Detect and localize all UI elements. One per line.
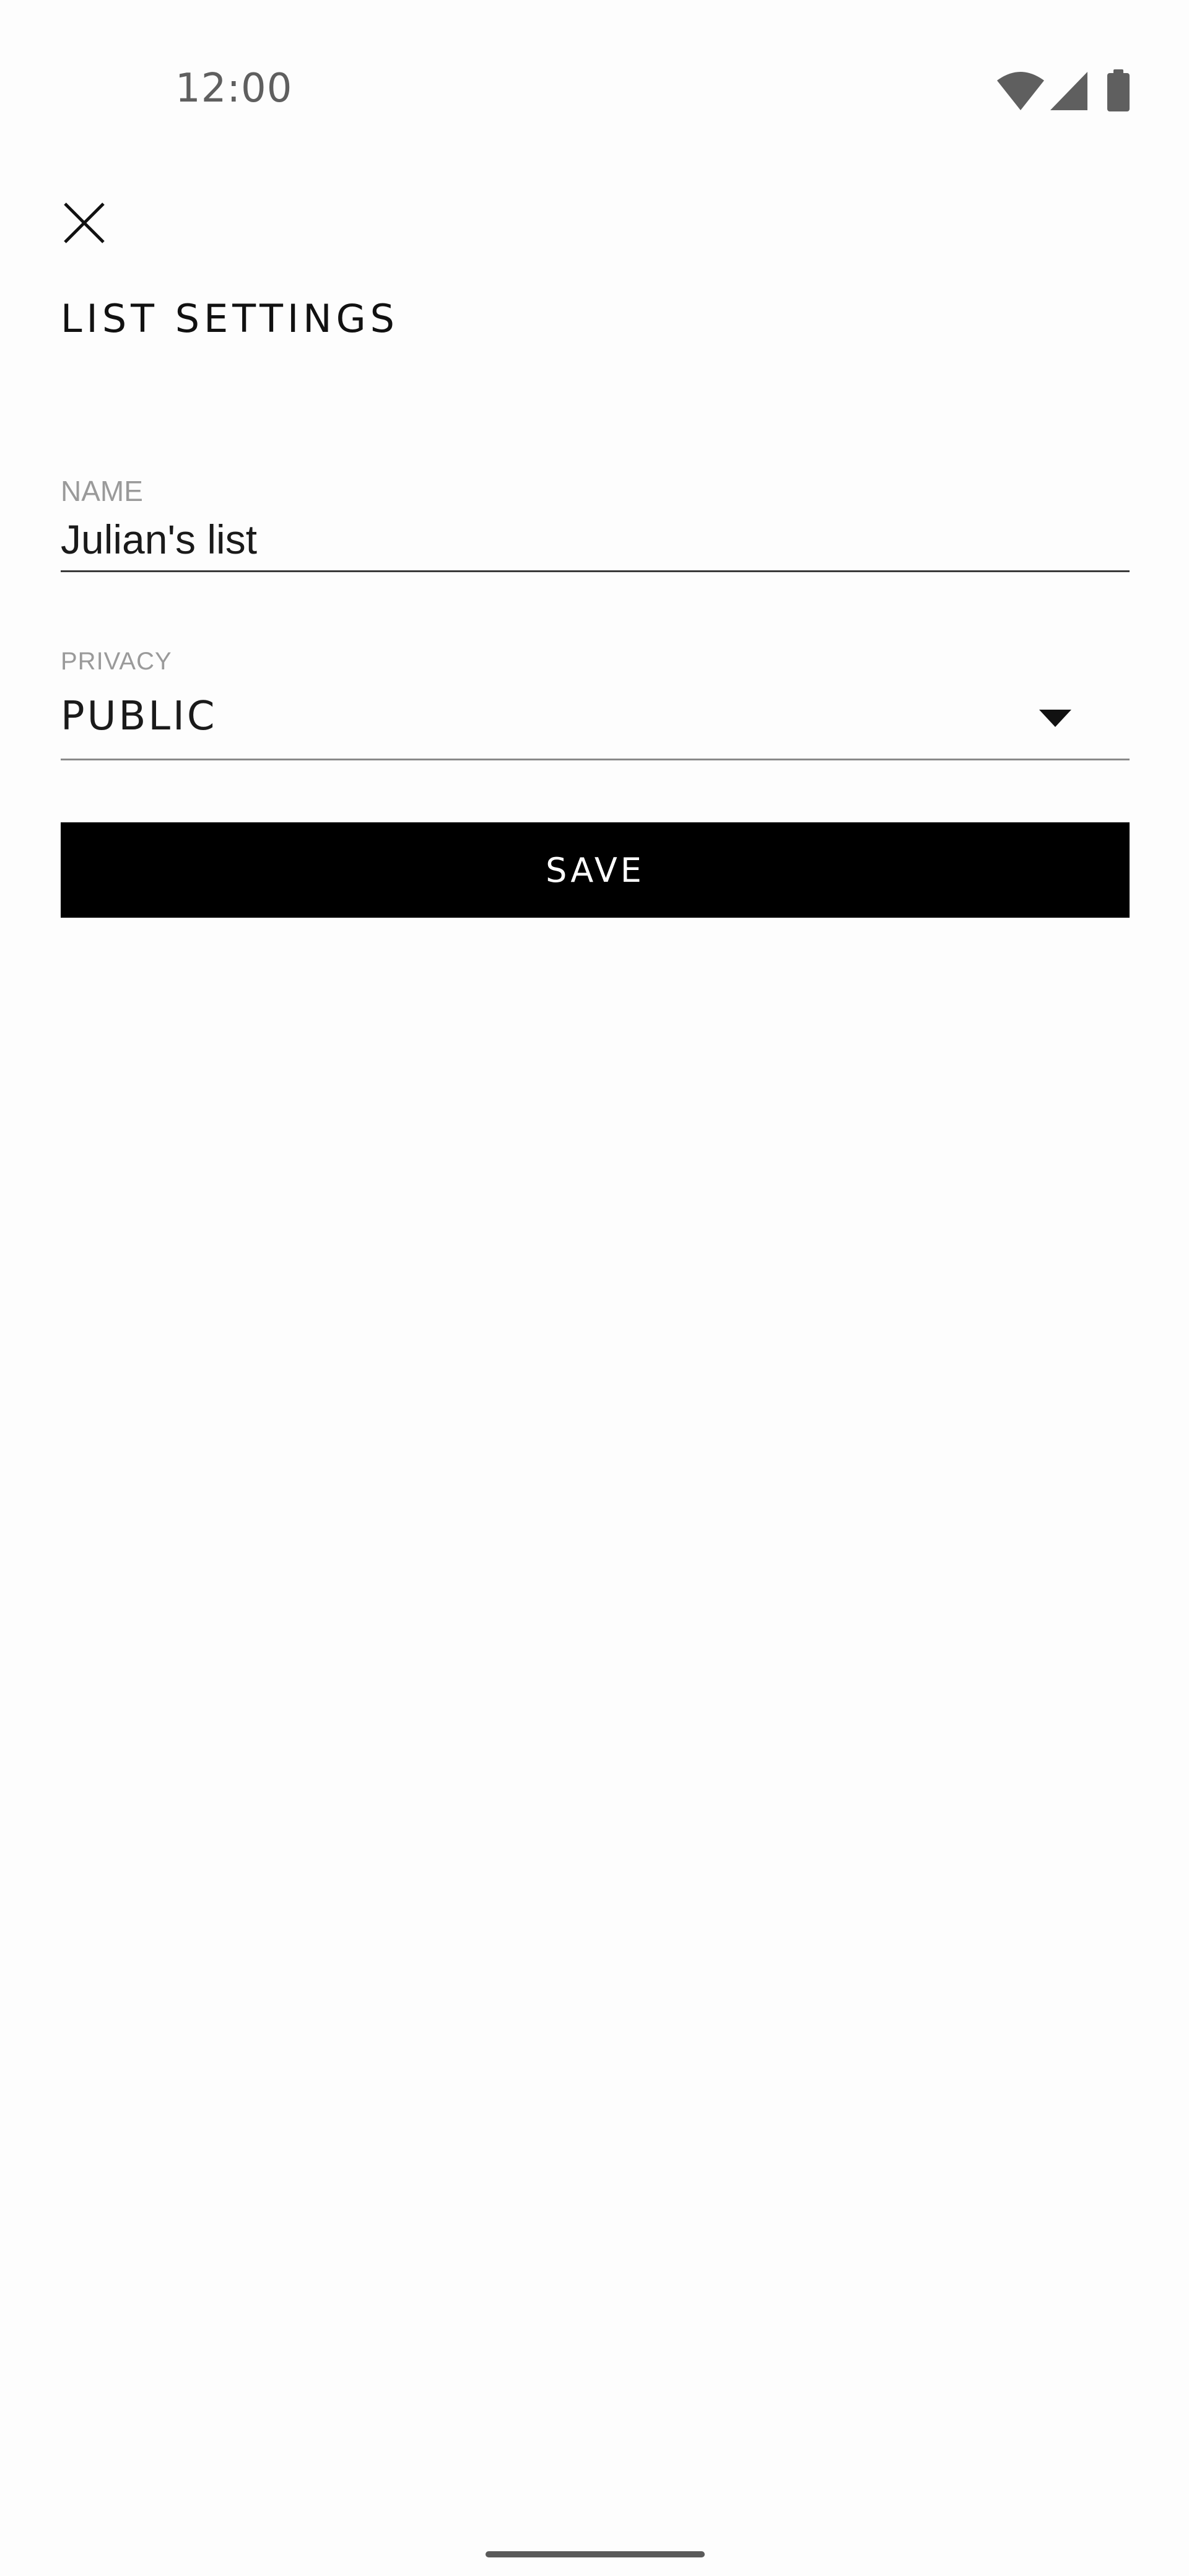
battery-icon (1107, 69, 1130, 111)
name-field[interactable] (61, 508, 1130, 572)
dropdown-arrow-icon (1039, 710, 1071, 727)
privacy-field-label: PRIVACY (61, 648, 172, 675)
close-icon (64, 202, 105, 243)
name-field-label: NAME (61, 475, 143, 507)
close-button[interactable] (56, 194, 113, 251)
cellular-signal-icon (1050, 72, 1087, 110)
page-title: LIST SETTINGS (61, 296, 399, 341)
home-indicator[interactable] (486, 2551, 705, 2557)
status-time: 12:00 (175, 66, 293, 111)
status-icons (997, 69, 1139, 113)
save-button[interactable]: SAVE (61, 822, 1130, 918)
list-settings-screen: 12:00 LIST SETTINGS NAME PRIVACY PUBLIC … (0, 0, 1189, 2576)
privacy-selected-value: PUBLIC (61, 694, 217, 739)
privacy-dropdown[interactable]: PUBLIC (61, 686, 1130, 760)
wifi-icon (997, 72, 1044, 110)
